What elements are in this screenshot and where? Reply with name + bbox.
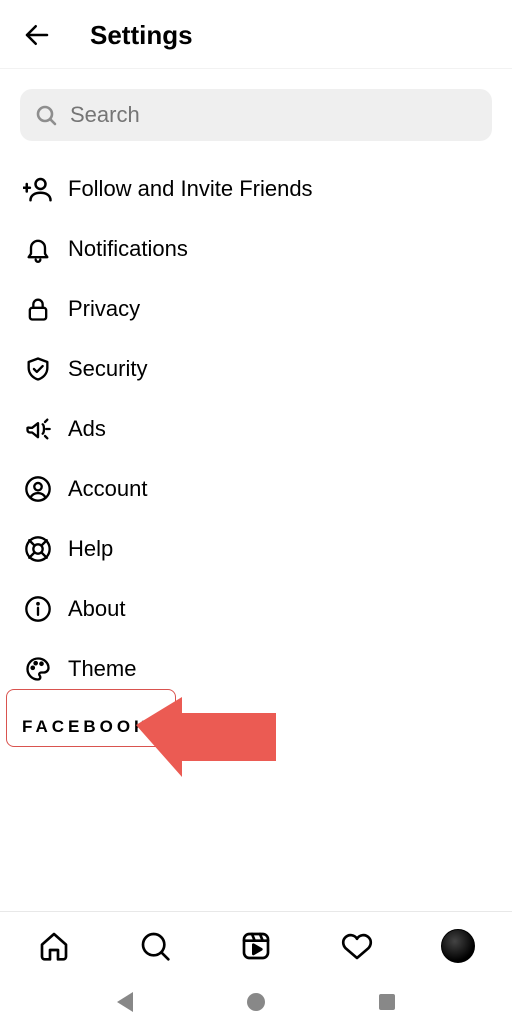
system-nav-bar <box>0 979 512 1024</box>
messenger-icon <box>182 719 198 735</box>
palette-icon <box>22 653 54 685</box>
search-input[interactable] <box>70 102 478 128</box>
menu-item-label: Theme <box>68 656 136 682</box>
shield-check-icon <box>22 353 54 385</box>
avatar-icon <box>441 929 475 963</box>
android-recent-button[interactable] <box>379 994 395 1010</box>
search-box[interactable] <box>20 89 492 141</box>
menu-item-account[interactable]: Account <box>0 459 512 519</box>
menu-item-label: Security <box>68 356 147 382</box>
search-icon <box>34 103 58 127</box>
nav-reels[interactable] <box>232 922 280 970</box>
menu-item-label: Account <box>68 476 148 502</box>
menu-item-label: About <box>68 596 126 622</box>
info-circle-icon <box>22 593 54 625</box>
android-back-button[interactable] <box>117 992 133 1012</box>
nav-activity[interactable] <box>333 922 381 970</box>
account-circle-icon <box>22 473 54 505</box>
menu-item-security[interactable]: Security <box>0 339 512 399</box>
android-home-button[interactable] <box>247 993 265 1011</box>
facebook-circle-icon <box>160 719 176 735</box>
nav-search[interactable] <box>131 922 179 970</box>
facebook-wordmark: FACEBOOK <box>22 717 150 737</box>
back-button[interactable] <box>20 18 54 52</box>
menu-item-theme[interactable]: Theme <box>0 639 512 699</box>
bell-icon <box>22 233 54 265</box>
lifebuoy-icon <box>22 533 54 565</box>
nav-home[interactable] <box>30 922 78 970</box>
oculus-icon <box>248 721 266 733</box>
facebook-app-icons <box>160 719 266 735</box>
search-wrap <box>0 69 512 153</box>
page-title: Settings <box>90 20 193 51</box>
menu-item-label: Ads <box>68 416 106 442</box>
menu-item-privacy[interactable]: Privacy <box>0 279 512 339</box>
menu-item-about[interactable]: About <box>0 579 512 639</box>
menu-item-notifications[interactable]: Notifications <box>0 219 512 279</box>
settings-content: Follow and Invite Friends Notifications … <box>0 69 512 911</box>
menu-item-label: Help <box>68 536 113 562</box>
menu-item-label: Follow and Invite Friends <box>68 176 313 202</box>
bottom-nav <box>0 911 512 979</box>
menu-item-label: Privacy <box>68 296 140 322</box>
nav-profile[interactable] <box>434 922 482 970</box>
reels-icon <box>240 930 272 962</box>
arrow-left-icon <box>22 20 52 50</box>
header-bar: Settings <box>0 0 512 68</box>
megaphone-icon <box>22 413 54 445</box>
add-person-icon <box>22 173 54 205</box>
menu-item-help[interactable]: Help <box>0 519 512 579</box>
home-icon <box>38 930 70 962</box>
menu-item-follow[interactable]: Follow and Invite Friends <box>0 159 512 219</box>
lock-icon <box>22 293 54 325</box>
heart-icon <box>341 930 373 962</box>
settings-list: Follow and Invite Friends Notifications … <box>0 153 512 699</box>
search-icon <box>139 930 171 962</box>
whatsapp-icon <box>226 719 242 735</box>
instagram-icon <box>204 719 220 735</box>
menu-item-label: Notifications <box>68 236 188 262</box>
facebook-brand-row: FACEBOOK <box>0 699 512 749</box>
menu-item-ads[interactable]: Ads <box>0 399 512 459</box>
